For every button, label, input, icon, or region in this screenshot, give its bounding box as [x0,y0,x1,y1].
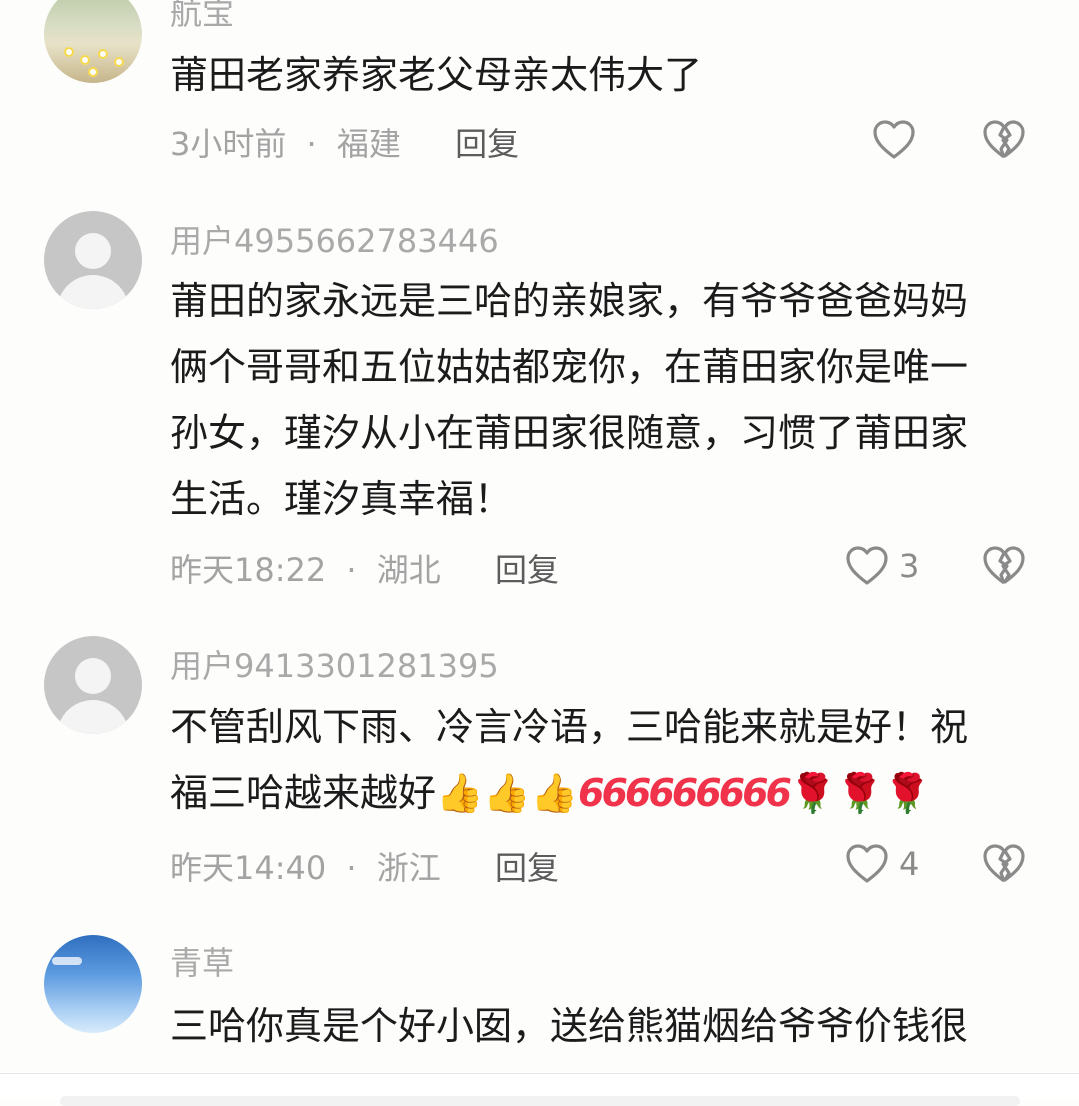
reply-button[interactable]: 回复 [455,125,519,163]
avatar[interactable] [44,636,142,734]
like-button[interactable] [872,119,926,161]
comment-meta: 3小时前 · 福建 回复 [170,119,519,165]
meta-separator: · [346,849,357,887]
timestamp: 昨天14:40 [170,849,327,887]
comment-text: 莆田老家养家老父母亲太伟大了 [170,42,1040,108]
username[interactable]: 用户9413301281395 [170,641,499,687]
heart-outline-icon [872,119,916,161]
heart-outline-icon [845,843,889,885]
broken-heart-icon [982,545,1026,587]
comment-text: 莆田的家永远是三哈的亲娘家，有爷爷爸爸妈妈 俩个哥哥和五位姑姑都宠你，在莆田家你… [170,268,1040,532]
heart-outline-icon [845,545,889,587]
avatar[interactable] [44,211,142,309]
rose-emoji: 🌹 [788,771,837,815]
comment-meta: 昨天18:22 · 湖北 回复 [170,545,559,591]
comment-text-line: 孙女，瑾汐从小在莆田家很随意，习惯了莆田家 [170,411,969,455]
avatar[interactable] [44,935,142,1033]
dislike-button[interactable] [982,843,1026,885]
broken-heart-icon [982,119,1026,161]
broken-heart-icon [982,843,1026,885]
username[interactable]: 航宝 [170,0,234,34]
comment-text: 三哈你真是个好小囡，送给熊猫烟给爷爷价钱很 [170,993,1040,1059]
comment-input-pill[interactable] [60,1096,1020,1106]
dislike-button[interactable] [982,545,1026,587]
comment-text-line: 不管刮风下雨、冷言冷语，三哈能来就是好！祝 [170,705,969,749]
avatar[interactable] [44,0,142,83]
timestamp: 3小时前 [170,125,287,163]
meta-separator: · [306,125,317,163]
username[interactable]: 用户4955662783446 [170,216,499,262]
comment-meta: 昨天14:40 · 浙江 回复 [170,843,559,889]
thumbs-up-emoji: 👍 [436,771,484,815]
reply-button[interactable]: 回复 [495,551,559,589]
comment-text-line: 福三哈越来越好👍👍👍666666666🌹🌹🌹 [170,771,931,815]
rose-emoji: 🌹 [883,771,931,815]
comment-text: 不管刮风下雨、冷言冷语，三哈能来就是好！祝 福三哈越来越好👍👍👍66666666… [170,694,1040,826]
like-count: 3 [899,547,920,585]
thumbs-up-emoji: 👍 [530,771,578,815]
username[interactable]: 青草 [170,938,234,984]
comment-text-line: 生活。瑾汐真幸福！ [170,477,513,521]
comment-text-line: 莆田老家养家老父母亲太伟大了 [170,53,703,97]
bottom-input-bar[interactable] [0,1073,1079,1106]
like-button[interactable]: 3 [845,545,919,587]
location: 福建 [336,125,401,163]
like-count: 4 [899,845,920,883]
rose-emoji: 🌹 [836,771,884,815]
location: 湖北 [376,551,441,589]
meta-separator: · [346,551,357,589]
666-emoji: 666 [648,771,721,815]
comment-text-line: 莆田的家永远是三哈的亲娘家，有爷爷爸爸妈妈 [170,279,969,323]
666-emoji: 666 [718,771,792,815]
dislike-button[interactable] [982,119,1026,161]
666-emoji: 666 [578,771,651,815]
like-button[interactable]: 4 [845,843,919,885]
thumbs-up-emoji: 👍 [483,771,531,815]
location: 浙江 [376,849,441,887]
comment-text-line: 俩个哥哥和五位姑姑都宠你，在莆田家你是唯一 [170,345,969,389]
reply-button[interactable]: 回复 [495,849,559,887]
comment-text-line: 三哈你真是个好小囡，送给熊猫烟给爷爷价钱很 [170,1004,969,1048]
timestamp: 昨天18:22 [170,551,327,589]
